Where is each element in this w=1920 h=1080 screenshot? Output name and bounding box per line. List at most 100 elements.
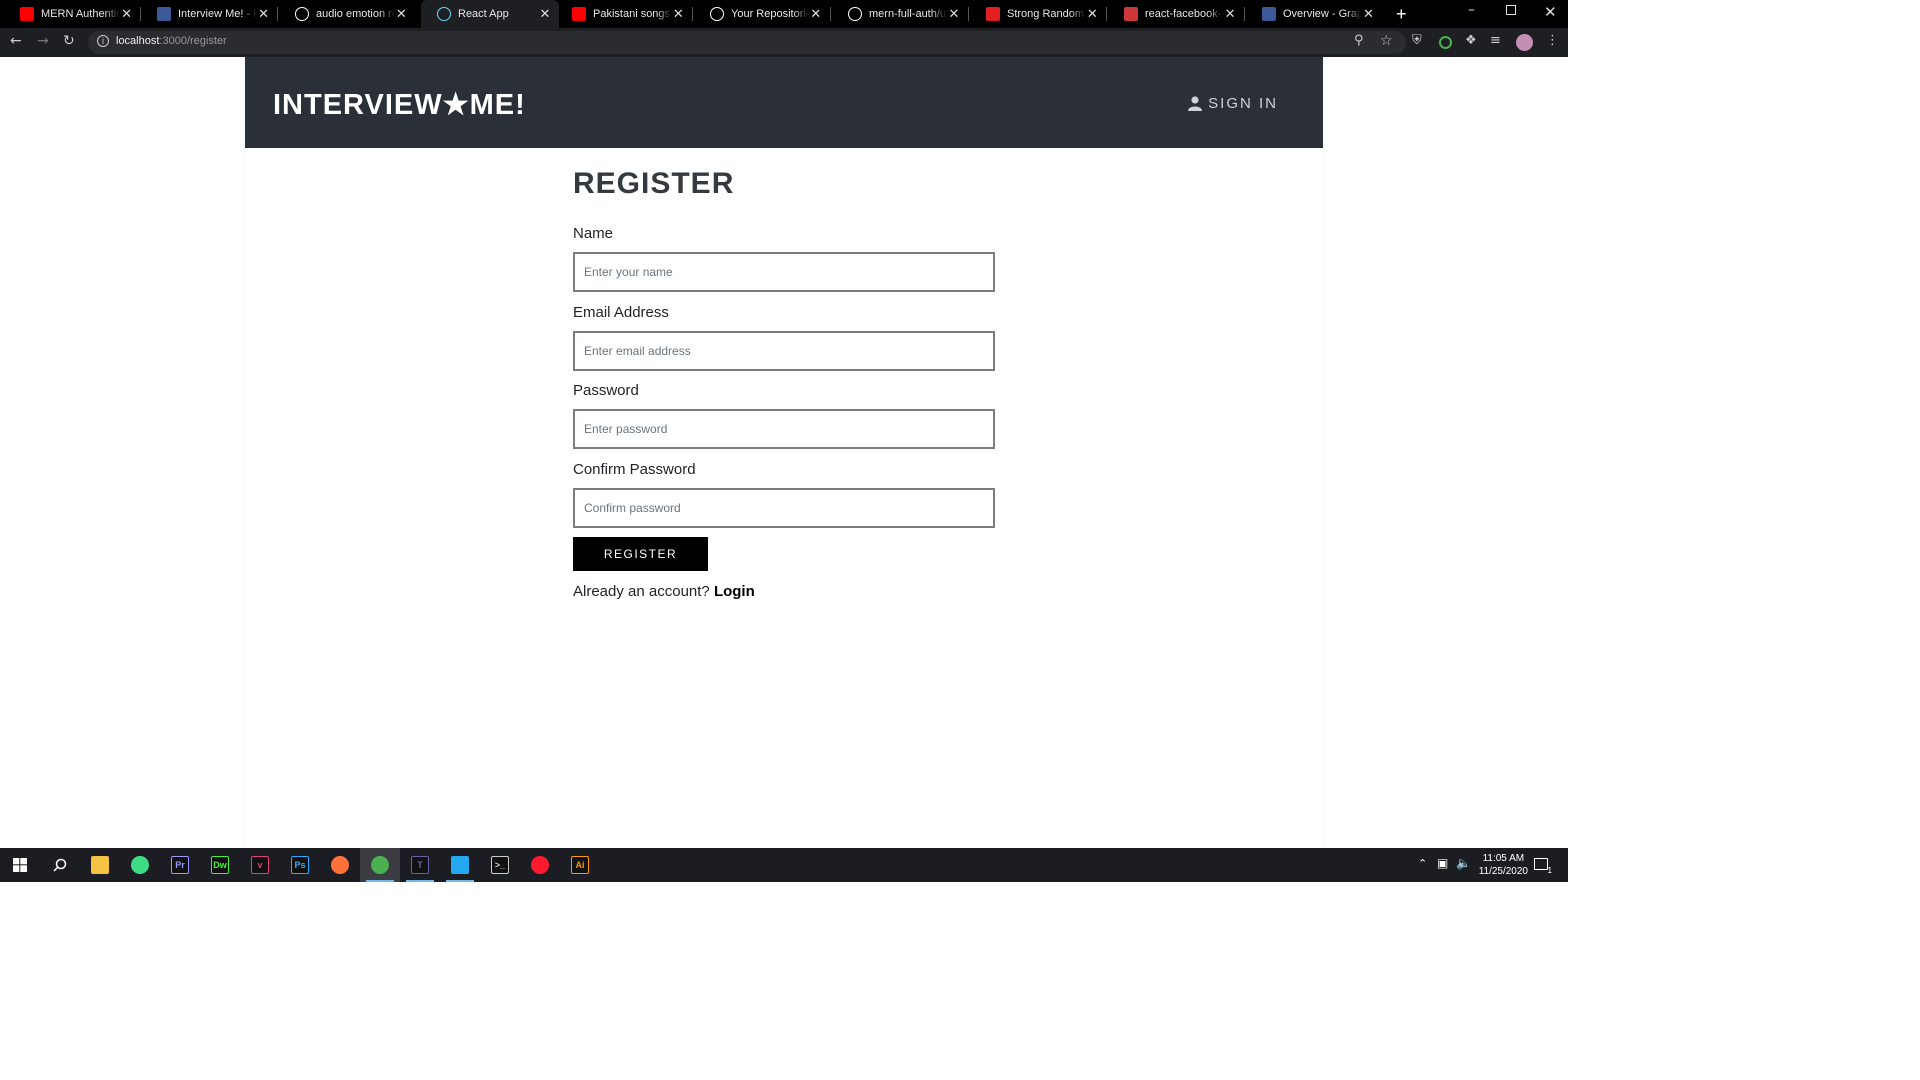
- browser-tab[interactable]: Your Repositories✕: [694, 0, 829, 28]
- tab-separator: [277, 7, 278, 21]
- close-tab-icon[interactable]: ✕: [120, 6, 133, 22]
- register-button[interactable]: REGISTER: [573, 537, 708, 571]
- email-label: Email Address: [573, 304, 669, 321]
- facebook-icon: [1262, 7, 1276, 21]
- tab-title: mern-full-auth/use: [869, 8, 947, 20]
- vscode-icon: [451, 856, 469, 874]
- tab-title: Interview Me! - Face: [178, 8, 258, 20]
- close-tab-icon[interactable]: ✕: [257, 6, 270, 22]
- react-icon: [437, 7, 451, 21]
- back-arrow-icon[interactable]: ←: [10, 33, 22, 49]
- taskbar-app[interactable]: >_: [480, 848, 520, 882]
- taskbar-app[interactable]: [120, 848, 160, 882]
- name-label: Name: [573, 225, 614, 242]
- url-path: :3000/register: [159, 35, 227, 47]
- confirm-password-label: Confirm Password: [573, 461, 696, 478]
- file-explorer-icon: [91, 856, 109, 874]
- new-tab-button[interactable]: +: [1396, 4, 1407, 25]
- close-tab-icon[interactable]: ✕: [1086, 6, 1099, 22]
- url-host: localhost: [116, 35, 160, 47]
- profile-avatar[interactable]: [1516, 34, 1533, 51]
- reading-list-icon[interactable]: ≡: [1490, 33, 1501, 48]
- close-tab-icon[interactable]: ✕: [395, 6, 408, 22]
- site-info-icon[interactable]: i: [97, 35, 109, 47]
- taskbar-app[interactable]: Ai: [560, 848, 600, 882]
- network-icon[interactable]: ▣: [1437, 856, 1448, 870]
- shield-extension-icon[interactable]: ⛨: [1412, 33, 1422, 48]
- login-link[interactable]: Login: [714, 583, 755, 600]
- more-menu-icon[interactable]: ⋮: [1546, 33, 1559, 48]
- dreamweaver-icon: Dw: [211, 856, 229, 874]
- tab-title: Strong Random Pa: [1007, 8, 1086, 20]
- tab-title: React App: [458, 8, 509, 20]
- browser-tab[interactable]: MERN Authenticatio✕: [4, 0, 139, 28]
- github-icon: [848, 7, 862, 21]
- close-tab-icon[interactable]: ✕: [672, 6, 685, 22]
- system-clock[interactable]: 11:05 AM 11/25/2020: [1479, 852, 1528, 878]
- browser-tab[interactable]: Interview Me! - Face✕: [141, 0, 276, 28]
- taskbar-app[interactable]: Pr: [160, 848, 200, 882]
- restore-button[interactable]: [1506, 5, 1516, 15]
- github-icon: [710, 7, 724, 21]
- opera-icon: [531, 856, 549, 874]
- browser-tab[interactable]: Overview - Graph A✕: [1246, 0, 1381, 28]
- tab-separator: [968, 7, 969, 21]
- forward-arrow-icon[interactable]: →: [37, 33, 49, 49]
- running-indicator: [446, 880, 474, 882]
- minimize-button[interactable]: –: [1468, 2, 1475, 18]
- close-tab-icon[interactable]: ✕: [947, 6, 961, 22]
- notification-count: 1: [1547, 866, 1552, 875]
- browser-toolbar: ← → ↻ i localhost:3000/register ⚲ ☆ ⛨ ❖ …: [0, 28, 1568, 57]
- taskbar-app[interactable]: [80, 848, 120, 882]
- reload-icon[interactable]: ↻: [63, 33, 75, 49]
- clock-time: 11:05 AM: [1482, 853, 1525, 864]
- app-container: INTERVIEW★ME! SIGN IN REGISTER Name Emai…: [245, 57, 1323, 848]
- address-bar[interactable]: i localhost:3000/register ⚲ ☆: [88, 31, 1406, 54]
- photoshop-icon: Ps: [291, 856, 309, 874]
- start-button[interactable]: [0, 848, 40, 882]
- taskbar-app[interactable]: Dw: [200, 848, 240, 882]
- bookmark-star-icon[interactable]: ☆: [1380, 33, 1393, 49]
- close-window-button[interactable]: ✕: [1544, 3, 1557, 21]
- youtube-icon: [20, 7, 34, 21]
- running-indicator: [406, 880, 434, 882]
- tab-separator: [1244, 7, 1245, 21]
- confirm-password-input[interactable]: [573, 488, 995, 528]
- taskbar-app[interactable]: [440, 848, 480, 882]
- sign-in-link[interactable]: SIGN IN: [1188, 95, 1278, 112]
- taskbar-app[interactable]: T: [400, 848, 440, 882]
- tab-title: audio emotion reco: [316, 8, 395, 20]
- green-extension-icon[interactable]: [1439, 36, 1452, 49]
- close-tab-icon[interactable]: ✕: [537, 6, 553, 22]
- zoom-icon[interactable]: ⚲: [1354, 33, 1364, 48]
- clock-date: 11/25/2020: [1478, 866, 1528, 877]
- name-input[interactable]: [573, 252, 995, 292]
- browser-tab[interactable]: audio emotion reco✕: [279, 0, 414, 28]
- taskbar-app[interactable]: [320, 848, 360, 882]
- volume-icon[interactable]: 🔈: [1456, 856, 1471, 870]
- close-tab-icon[interactable]: ✕: [1223, 6, 1237, 22]
- notifications-button[interactable]: 1: [1534, 858, 1552, 875]
- brand-logo[interactable]: INTERVIEW★ME!: [273, 87, 526, 122]
- illustrator-icon: Ai: [571, 856, 589, 874]
- close-tab-icon[interactable]: ✕: [809, 6, 823, 22]
- already-account-text: Already an account?: [573, 583, 710, 600]
- puzzle-extensions-icon[interactable]: ❖: [1465, 33, 1477, 48]
- password-input[interactable]: [573, 409, 995, 449]
- taskbar-app[interactable]: [520, 848, 560, 882]
- taskbar-app[interactable]: Ps: [280, 848, 320, 882]
- browser-tab[interactable]: react-facebook-log✕: [1108, 0, 1243, 28]
- email-input[interactable]: [573, 331, 995, 371]
- browser-tab[interactable]: Strong Random Pa✕: [970, 0, 1105, 28]
- close-tab-icon[interactable]: ✕: [1362, 6, 1375, 22]
- sign-in-label: SIGN IN: [1208, 95, 1278, 112]
- running-indicator: [366, 880, 394, 882]
- chevron-up-icon[interactable]: ⌃: [1418, 857, 1427, 870]
- browser-tab[interactable]: mern-full-auth/use✕: [832, 0, 967, 28]
- vectr-icon: v: [251, 856, 269, 874]
- search-button[interactable]: [40, 848, 80, 882]
- browser-tab[interactable]: React App ✕: [421, 0, 559, 28]
- taskbar-app[interactable]: v: [240, 848, 280, 882]
- taskbar-app[interactable]: [360, 848, 400, 882]
- browser-tab[interactable]: Pakistani songs to l✕: [556, 0, 691, 28]
